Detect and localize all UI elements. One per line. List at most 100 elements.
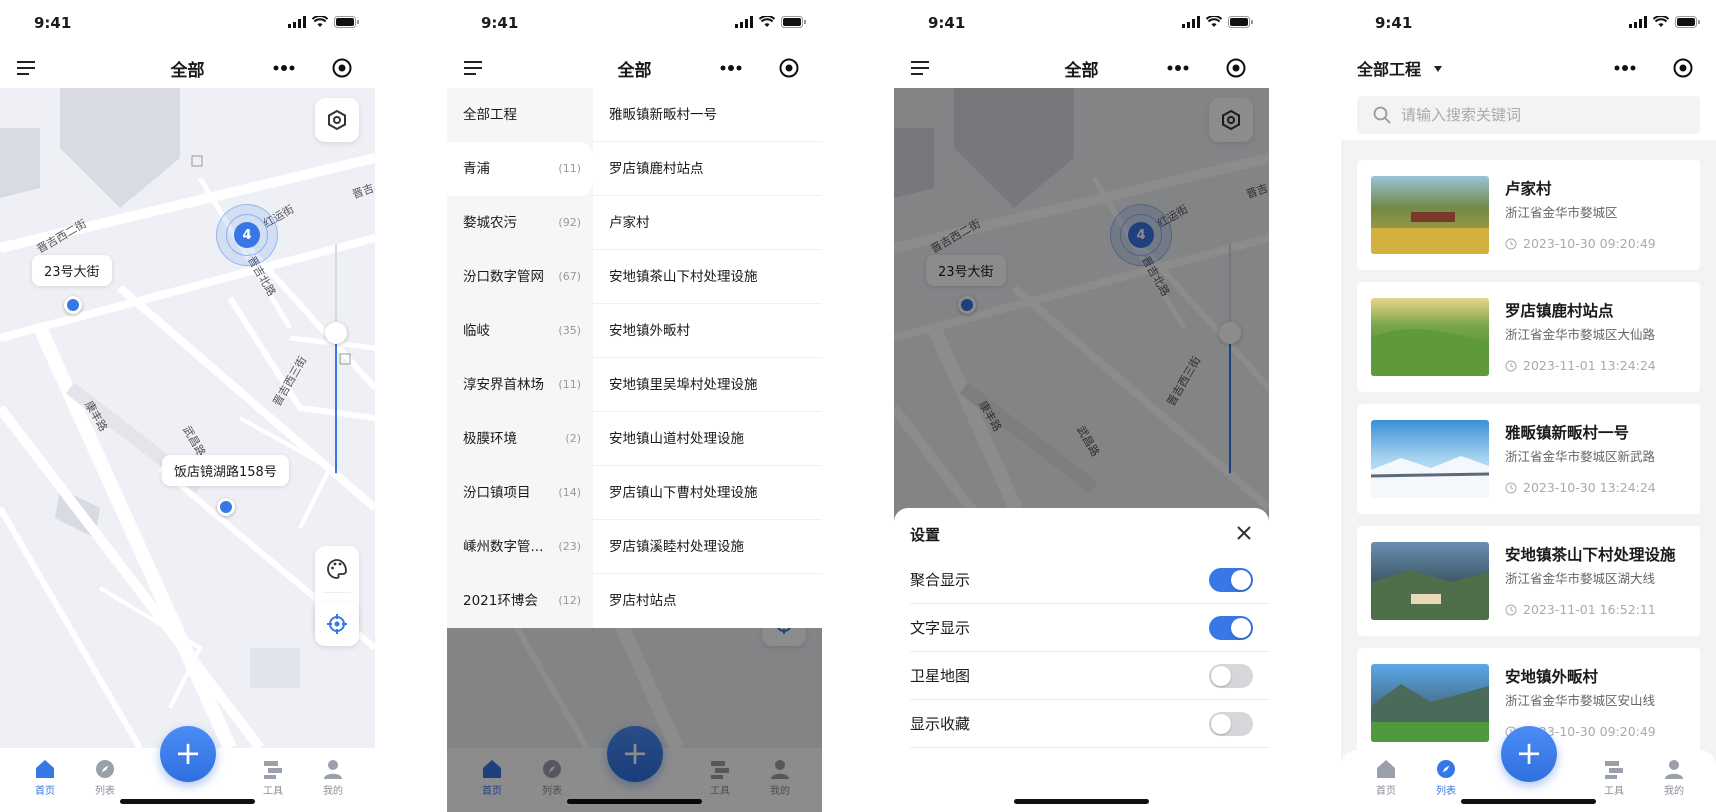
satellite-toggle[interactable] (1209, 664, 1253, 688)
site-list-item[interactable]: 雅畈镇新畈村一号 (593, 88, 822, 142)
compass-icon (1437, 760, 1455, 778)
tab-tools[interactable]: 工具 (243, 758, 303, 797)
record-icon[interactable] (1672, 57, 1694, 79)
wifi-icon (759, 16, 775, 27)
record-icon[interactable] (1225, 57, 1247, 79)
setting-row-cluster: 聚合显示 (910, 556, 1269, 604)
site-list-item[interactable]: 罗店镇溪睦村处理设施 (593, 520, 822, 574)
tab-tools[interactable]: 工具 (1584, 758, 1644, 797)
site-list-item[interactable]: 罗店镇鹿村站点 (593, 142, 822, 196)
category-item[interactable]: 极膜环境 (2) (447, 412, 593, 466)
tab-me[interactable]: 我的 (1644, 758, 1704, 797)
status-bar: 9:41 (894, 0, 1269, 48)
zoom-slider-knob[interactable] (325, 322, 347, 344)
marker-label[interactable]: 23号大街 (32, 255, 112, 286)
nav-bar: 全部 (0, 48, 375, 88)
overlay-mask[interactable] (447, 628, 822, 812)
map-screen: 9:41 全部 晋吉西二街 红运街 晋吉北路 晋吉西三街 康丰路 武昌路 晋吉 … (0, 0, 375, 812)
list-screen: 9:41 全部工程 请输入搜索关键词 卢家村 浙江省金华市婺城区 2023-10… (1341, 0, 1716, 812)
site-thumbnail (1371, 298, 1489, 376)
battery-icon (781, 16, 806, 28)
text-toggle[interactable] (1209, 616, 1253, 640)
category-item-selected[interactable]: 青浦 (11) (447, 142, 593, 196)
tab-list[interactable]: 列表 (75, 758, 135, 797)
site-card-list: 卢家村 浙江省金华市婺城区 2023-10-30 09:20:49 罗店镇鹿村站… (1341, 140, 1716, 812)
locate-button[interactable] (315, 602, 359, 646)
site-card[interactable]: 卢家村 浙江省金华市婺城区 2023-10-30 09:20:49 (1357, 160, 1700, 270)
settings-screen: 9:41 全部 晋吉西二街 红运街 晋吉北路 晋吉西三街 康丰路 武昌路 晋吉 … (894, 0, 1269, 812)
category-item[interactable]: 2021环博会 (12) (447, 574, 593, 628)
more-icon[interactable] (1165, 57, 1191, 79)
category-item[interactable]: 婺城农污 (92) (447, 196, 593, 250)
site-list-item[interactable]: 卢家村 (593, 196, 822, 250)
status-icons (1629, 16, 1700, 28)
category-list: 全部工程 青浦 (11) 婺城农污 (92) 汾口数字管网 (67) 临岐 (35) 淳… (447, 88, 593, 628)
site-thumbnail (1371, 176, 1489, 254)
search-input[interactable]: 请输入搜索关键词 (1357, 96, 1700, 134)
battery-icon (334, 16, 359, 28)
site-list-item[interactable]: 罗店镇山下曹村处理设施 (593, 466, 822, 520)
category-item[interactable]: 淳安界首林场 (11) (447, 358, 593, 412)
tools-icon (1605, 761, 1623, 779)
category-item[interactable]: 临岐 (35) (447, 304, 593, 358)
status-time: 9:41 (34, 14, 72, 32)
tab-bar: 首页 列表 + 工具 我的 (1341, 726, 1716, 812)
map-pin[interactable] (64, 296, 82, 314)
map-pin[interactable] (217, 498, 235, 516)
more-icon[interactable] (271, 57, 297, 79)
category-item[interactable]: 嵊州数字管... (23) (447, 520, 593, 574)
more-icon[interactable] (1612, 57, 1638, 79)
wifi-icon (312, 16, 328, 27)
close-icon[interactable] (1235, 524, 1253, 542)
cluster-toggle[interactable] (1209, 568, 1253, 592)
tab-home[interactable]: 首页 (1356, 758, 1416, 797)
add-button[interactable]: + (160, 726, 216, 782)
site-card[interactable]: 罗店镇鹿村站点 浙江省金华市婺城区大仙路 2023-11-01 13:24:24 (1357, 282, 1700, 392)
site-list-item[interactable]: 罗店村站点 (593, 574, 822, 628)
status-time: 9:41 (481, 14, 519, 32)
project-dropdown[interactable]: 全部工程 (1357, 56, 1443, 80)
layer-button[interactable] (315, 98, 359, 142)
site-list-item[interactable]: 安地镇茶山下村处理设施 (593, 250, 822, 304)
marker-label[interactable]: 饭店镜湖路158号 (162, 455, 289, 486)
battery-icon (1675, 16, 1700, 28)
add-button[interactable]: + (1501, 726, 1557, 782)
caret-down-icon (1433, 66, 1442, 72)
home-icon (36, 760, 54, 778)
site-card[interactable]: 安地镇茶山下村处理设施 浙江省金华市婺城区湖大线 2023-11-01 16:5… (1357, 526, 1700, 636)
status-icons (735, 16, 806, 28)
category-item[interactable]: 全部工程 (447, 88, 593, 142)
clock-icon (1505, 482, 1517, 494)
map-view[interactable]: 晋吉西二街 红运街 晋吉北路 晋吉西三街 康丰路 武昌路 晋吉 4 23号大街 … (0, 88, 375, 748)
site-list-item[interactable]: 安地镇里吴埠村处理设施 (593, 358, 822, 412)
palette-icon[interactable] (326, 558, 348, 580)
record-icon[interactable] (331, 57, 353, 79)
wifi-icon (1653, 16, 1669, 27)
category-item[interactable]: 汾口镇项目 (14) (447, 466, 593, 520)
more-icon[interactable] (718, 57, 744, 79)
hexagon-icon (328, 109, 346, 131)
tools-icon (264, 761, 282, 779)
wifi-icon (1206, 16, 1222, 27)
nav-bar: 全部 (894, 48, 1269, 88)
site-card[interactable]: 雅畈镇新畈村一号 浙江省金华市婺城区新武路 2023-10-30 13:24:2… (1357, 404, 1700, 514)
status-time: 9:41 (928, 14, 966, 32)
record-icon[interactable] (778, 57, 800, 79)
site-name: 安地镇茶山下村处理设施 (1505, 546, 1676, 564)
site-list-item[interactable]: 安地镇外畈村 (593, 304, 822, 358)
tab-home[interactable]: 首页 (15, 758, 75, 797)
map-cluster[interactable]: 4 (216, 204, 278, 266)
site-list-item[interactable]: 安地镇山道村处理设施 (593, 412, 822, 466)
setting-label: 聚合显示 (910, 571, 971, 589)
home-indicator (120, 799, 255, 804)
tab-list[interactable]: 列表 (1416, 758, 1476, 797)
site-time: 2023-10-30 09:20:49 (1505, 236, 1656, 251)
clock-icon (1505, 604, 1517, 616)
tab-me[interactable]: 我的 (303, 758, 363, 797)
favorites-toggle[interactable] (1209, 712, 1253, 736)
home-icon (1377, 760, 1395, 778)
status-icons (288, 16, 359, 28)
category-item[interactable]: 汾口数字管网 (67) (447, 250, 593, 304)
user-icon (1665, 760, 1683, 779)
sheet-title: 设置 (910, 526, 941, 544)
